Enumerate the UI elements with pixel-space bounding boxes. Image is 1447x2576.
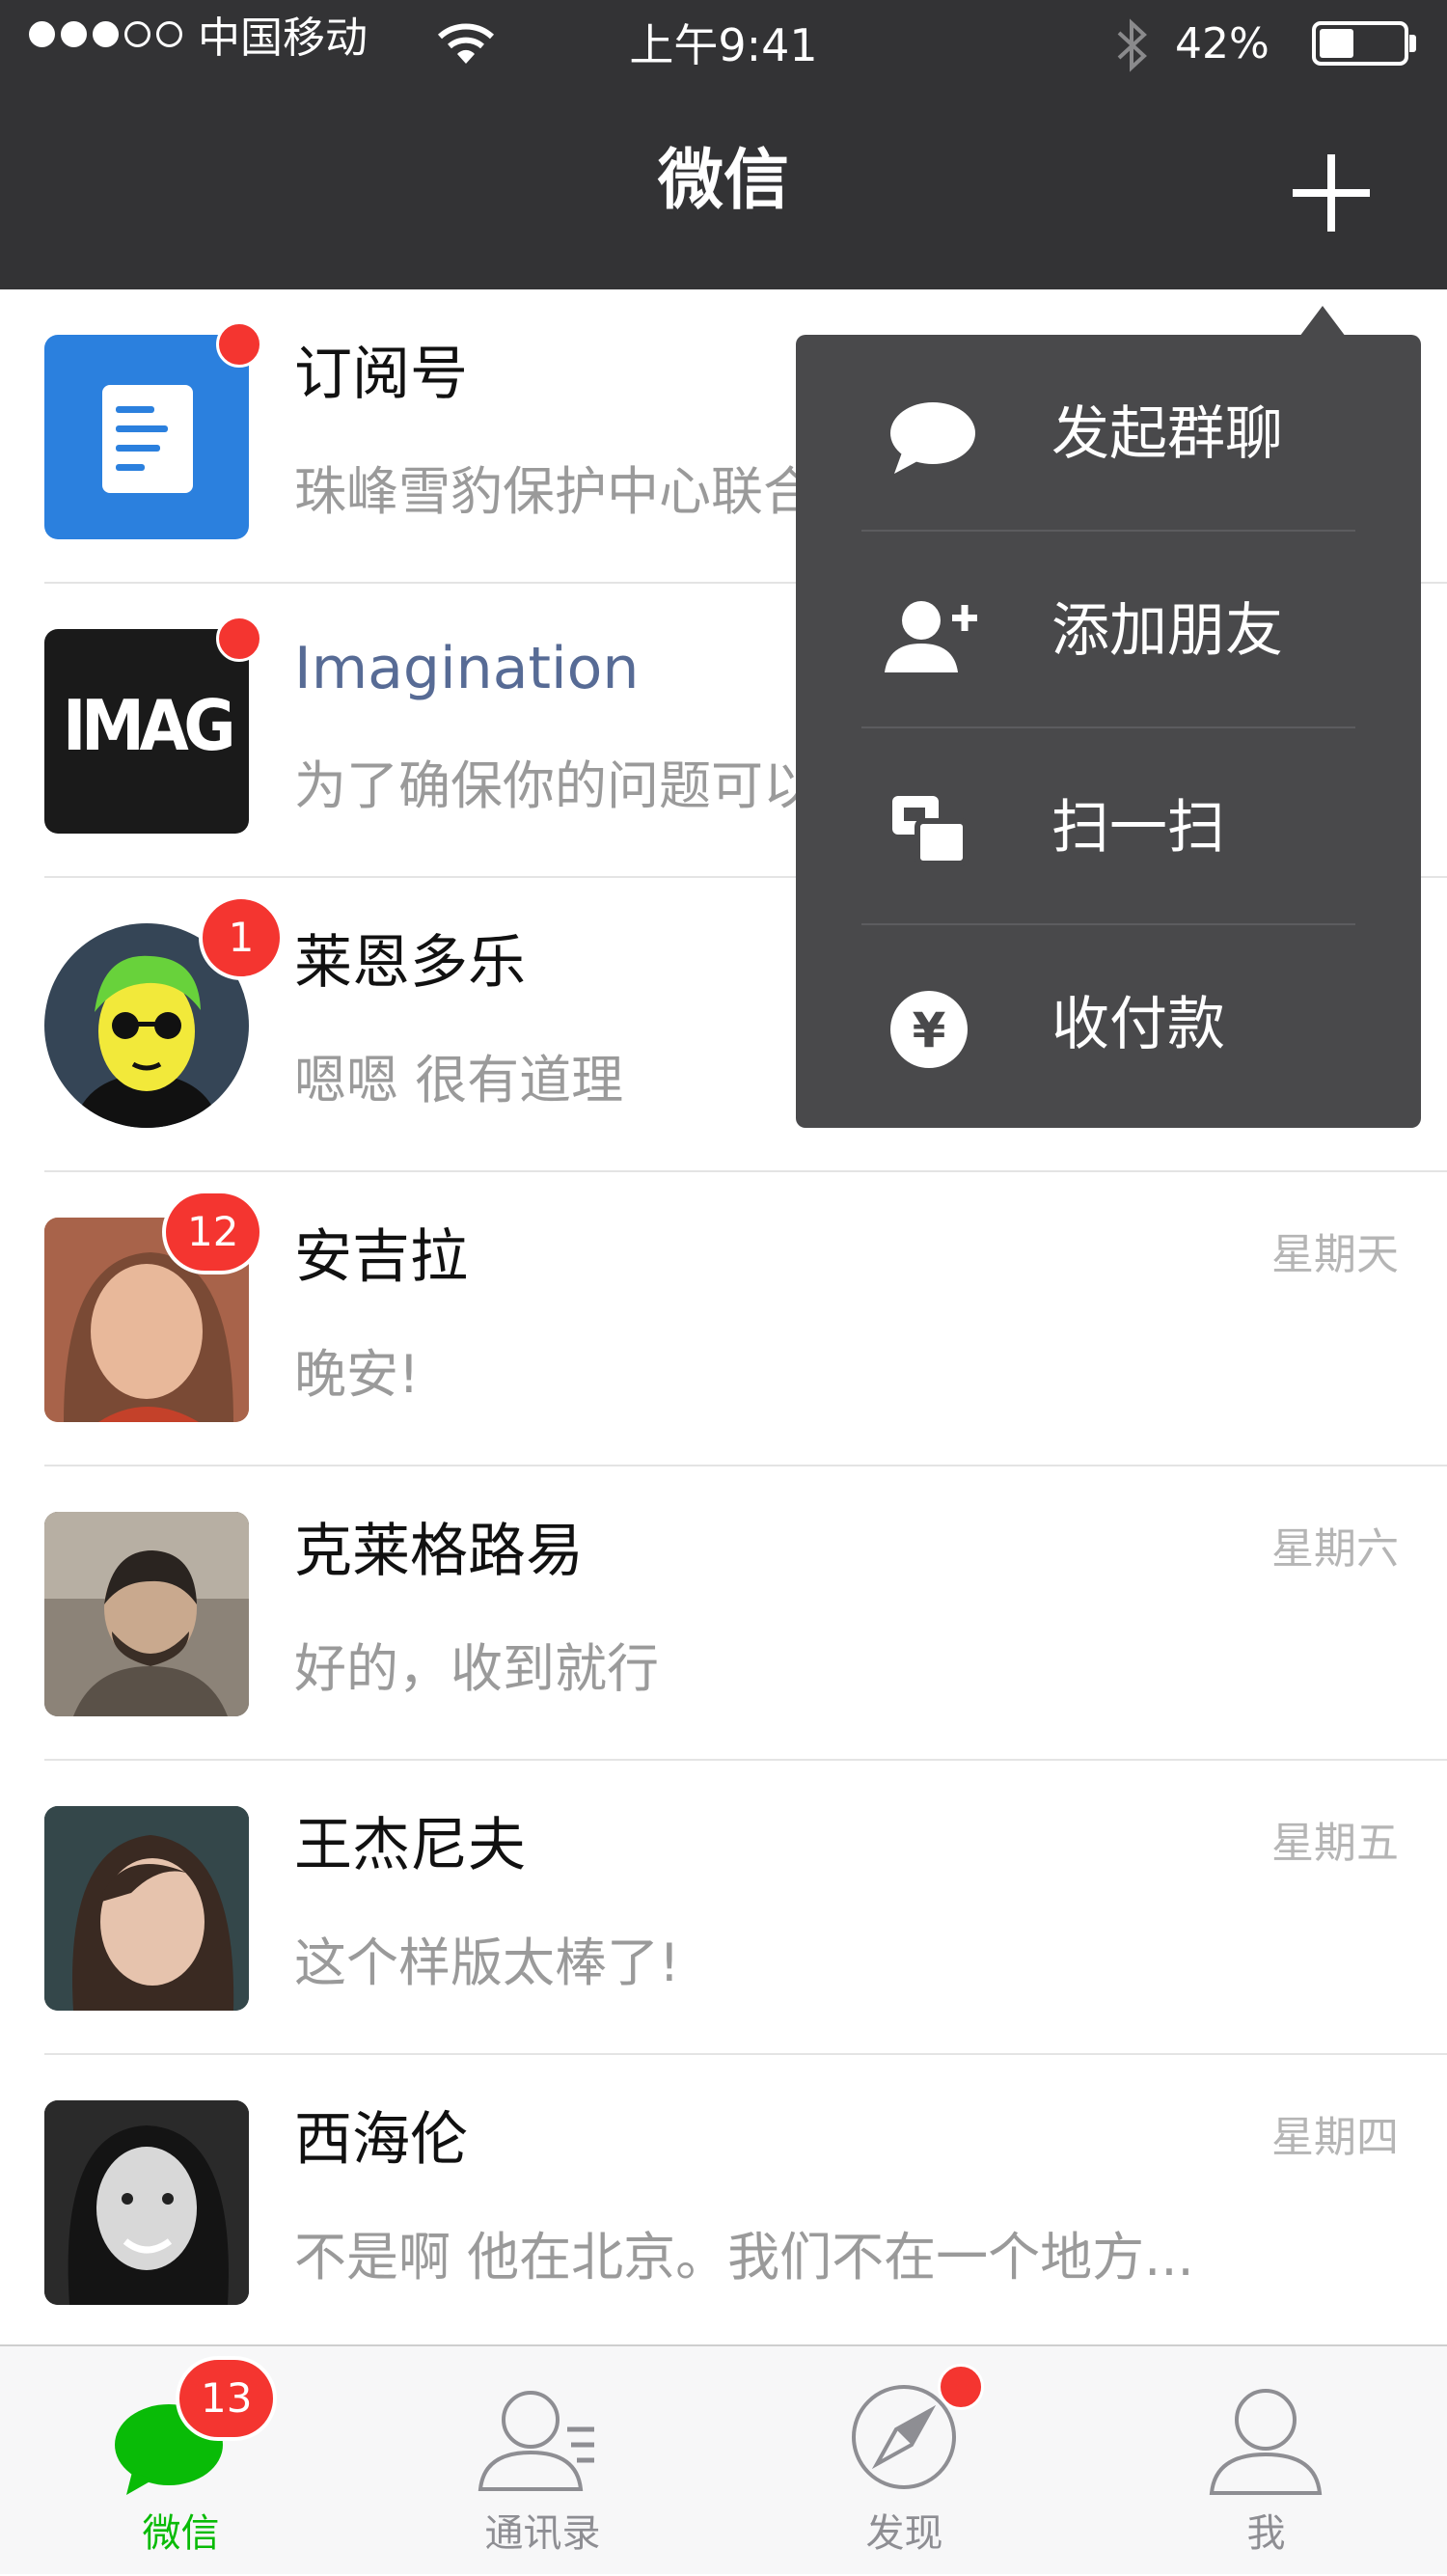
chat-preview: 这个样版太棒了! — [294, 1934, 680, 1992]
chat-row-contact[interactable]: 克莱格路易 星期六 好的，收到就行 — [0, 1466, 1447, 1761]
logo-text: IMAG — [62, 685, 236, 766]
menu-item-label: 扫一扫 — [1051, 794, 1225, 862]
status-bar: 中国移动 上午9:41 42% — [0, 0, 1447, 96]
popover-arrow — [1299, 306, 1346, 337]
chat-name: Imagination — [294, 635, 640, 702]
menu-item-group-chat[interactable]: 发起群聊 — [796, 335, 1421, 532]
photo-avatar — [44, 1512, 249, 1716]
tab-label: 微信 — [142, 2511, 220, 2556]
unread-count-badge: 1 — [199, 895, 284, 980]
chat-preview: 珠峰雪豹保护中心联合 — [294, 463, 815, 521]
plus-icon[interactable] — [1293, 154, 1370, 232]
tab-label: 我 — [1246, 2511, 1286, 2556]
subscription-doc-icon — [44, 335, 249, 539]
contacts-icon — [475, 2375, 610, 2501]
chat-preview: 嗯嗯 很有道理 — [294, 1052, 624, 1110]
menu-item-label: 添加朋友 — [1051, 597, 1283, 665]
chat-time: 星期六 — [1271, 1524, 1399, 1574]
tab-label: 发现 — [865, 2511, 943, 2556]
chat-name: 克莱格路易 — [294, 1518, 584, 1585]
tab-label: 通讯录 — [484, 2511, 601, 2556]
chat-name: 王杰尼夫 — [294, 1812, 526, 1879]
chat-row-contact[interactable]: 12 安吉拉 星期天 晚安! — [0, 1172, 1447, 1466]
chat-name: 西海伦 — [294, 2106, 468, 2174]
add-friend-icon — [885, 595, 981, 676]
menu-item-money[interactable]: ¥ 收付款 — [796, 925, 1421, 1122]
unread-dot — [216, 321, 262, 368]
chat-bubble-icon — [885, 398, 981, 480]
chat-name: 莱恩多乐 — [294, 929, 526, 997]
navigation-bar: 微信 — [0, 96, 1447, 289]
tab-contacts[interactable]: 通讯录 — [362, 2346, 724, 2576]
svg-text:¥: ¥ — [913, 1002, 946, 1058]
menu-item-label: 收付款 — [1051, 991, 1225, 1058]
imagination-logo: IMAG — [44, 629, 249, 834]
tab-chats[interactable]: 13 微信 — [0, 2346, 362, 2576]
yuan-icon: ¥ — [885, 989, 981, 1070]
tab-bar: 13 微信 通讯录 发现 我 — [0, 2344, 1447, 2574]
chat-time: 星期四 — [1271, 2113, 1399, 2162]
menu-item-label: 发起群聊 — [1051, 400, 1283, 468]
photo-avatar — [44, 2100, 249, 2305]
bluetooth-icon — [1111, 15, 1154, 79]
add-menu-popover: 发起群聊 添加朋友 扫一扫 ¥ 收付款 — [796, 306, 1421, 1128]
chat-name: 订阅号 — [294, 341, 468, 408]
chat-preview: 好的，收到就行 — [294, 1640, 659, 1698]
chat-preview: 不是啊 他在北京。我们不在一个地方... — [294, 2229, 1194, 2287]
chat-time: 星期五 — [1271, 1819, 1399, 1868]
menu-item-add-friend[interactable]: 添加朋友 — [796, 532, 1421, 728]
chat-name: 安吉拉 — [294, 1223, 468, 1291]
me-icon — [1198, 2375, 1333, 2501]
chat-preview: 为了确保你的问题可以 — [294, 757, 815, 815]
page-title: 微信 — [657, 143, 789, 219]
scan-icon — [885, 792, 981, 873]
unread-count-badge: 12 — [162, 1190, 264, 1274]
photo-avatar — [44, 1806, 249, 2011]
battery-percentage: 42% — [1175, 19, 1270, 69]
unread-dot — [938, 2364, 984, 2410]
tab-discover[interactable]: 发现 — [724, 2346, 1085, 2576]
unread-count-badge: 13 — [176, 2356, 278, 2441]
unread-dot — [216, 616, 262, 662]
battery-icon — [1312, 21, 1416, 66]
chat-preview: 晚安! — [294, 1346, 420, 1404]
tab-me[interactable]: 我 — [1085, 2346, 1447, 2576]
chat-row-contact[interactable]: 西海伦 星期四 不是啊 他在北京。我们不在一个地方... — [0, 2055, 1447, 2349]
chat-time: 星期天 — [1271, 1230, 1399, 1279]
chat-row-contact[interactable]: 王杰尼夫 星期五 这个样版太棒了! — [0, 1761, 1447, 2055]
menu-item-scan[interactable]: 扫一扫 — [796, 728, 1421, 925]
